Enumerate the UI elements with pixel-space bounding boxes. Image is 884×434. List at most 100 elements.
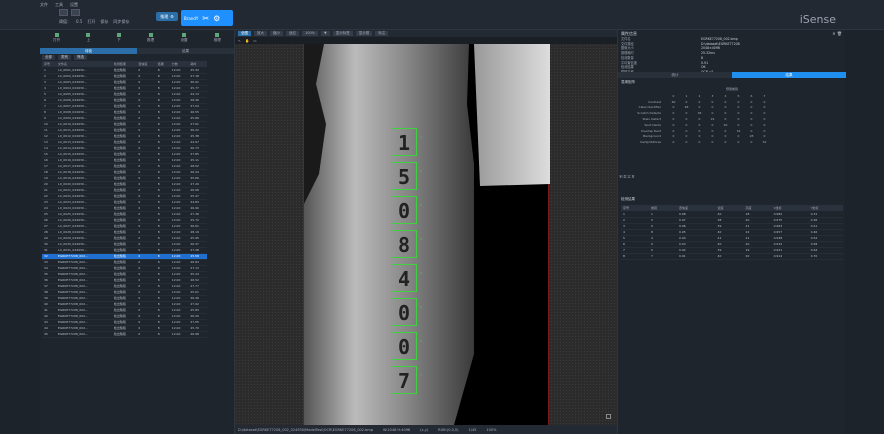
gear-icon: ⚙ [170,14,174,19]
viewer-tool[interactable]: 100% [302,31,319,36]
viewer-toolbar-secondary: ↖ ✋ ▭ [235,37,617,44]
up-icon [86,33,91,37]
file-panel: 打开 上 下 推理 设置 推理 待检 结果 全部 类别 筛选 序号 文件名 检测结果… [40,30,235,434]
status-item: D:\dataset\EGRKE77208_002_024930\ModelTe… [238,427,373,432]
viewer-tool[interactable]: 适应 [286,31,299,36]
brand-label: BrandY [184,15,199,21]
table-cell: 26.98 [188,331,207,338]
viewer-tool[interactable]: 显示标签 [332,31,353,36]
confusion-title: 混淆矩阵 [621,80,635,84]
confusion-section: 混淆矩阵 预测类别 0 1 2 3 4 5 6 7 Contrast 60 0 0 0 0 0 0 0 Class… [618,80,846,178]
viewer-tool[interactable]: 全图 [238,31,251,36]
threshold-value[interactable]: 0.5 [76,19,82,25]
tab-stats[interactable]: 统计 [618,72,732,78]
detection-tag: 0 [420,305,422,309]
table-row[interactable]: 8 7 0.91 40 20 0.914 0.70 [621,253,843,260]
property-list: 文件名 EGRKE77208_002.bmp 文件路径 D:\dataset\EGRK… [618,37,845,75]
image-canvas[interactable]: 1155008844000077 [235,44,617,425]
viewer-toolbar: 全图 放大 缩小 适应 100% ▼ 显示标签 显示框 标注 [235,30,617,37]
detection-box[interactable]: 88 [391,230,422,258]
viewer-tool[interactable]: 标注 [375,31,389,36]
matrix-cell: 0 [737,140,740,145]
confusion-matrix: 0 1 2 3 4 5 6 7 Contrast 60 0 0 0 0 0 0 0 Class Identifie… [621,93,771,145]
folder-icon [54,33,59,37]
brand-panel[interactable]: BrandY ✂ ⚙ [181,10,233,26]
detection-box[interactable]: 11 [391,128,422,156]
filter-class[interactable]: 类别 [58,55,71,60]
detection-glyph: 4 [398,267,411,291]
matrix-cell: 52 [762,140,767,145]
gear-icon [181,33,186,37]
rect-icon[interactable]: ▭ [253,39,256,43]
inspection-image: 1155008844000077 [303,44,550,425]
table-cell: 8 [155,331,170,338]
table-cell: 0.91 [677,253,716,260]
app-logo: iSense [799,13,836,26]
scissors-icon: ✂ [202,13,210,23]
table-cell: 45 [42,331,57,338]
matrix-row: Ins/Split/Pores 0 0 0 0 0 0 0 52 [621,139,771,145]
menu-bar: 文件 工具 设置 [40,2,78,8]
result-tabs: 统计 结果 [618,72,846,78]
menu-tools[interactable]: 工具 [55,2,63,8]
tab-result[interactable]: 结果 [137,48,234,54]
viewer-tool[interactable]: 显示框 [355,31,373,36]
start-button[interactable]: 推理 ⚙ [156,12,178,21]
property-panel: 属性信息 ✕ 🗑 文件名 EGRKE77208_002.bmp 文件路径 D:\dat… [617,30,846,434]
detection-tag: 0 [420,203,422,207]
matrix-cell: 0 [698,140,701,145]
table-cell: 7 [649,253,678,260]
tool-infer-all[interactable]: 推理 [214,33,221,48]
status-item: 1/45 [468,427,477,432]
detection-glyph: 5 [398,165,411,189]
menu-settings[interactable]: 设置 [70,2,78,8]
detection-glyph: 0 [398,335,411,359]
matrix-row-label: Ins/Split/Pores [639,140,661,145]
tool-up[interactable]: 上 [86,33,91,48]
expand-icon[interactable] [606,414,611,419]
detection-box[interactable]: 00 [391,298,422,326]
detection-box[interactable]: 44 [391,264,422,292]
viewer-tool[interactable]: 缩小 [270,31,283,36]
detection-box[interactable]: 77 [391,366,422,394]
table-cell: EGRKE77208_002... [56,331,112,338]
close-icon[interactable]: ✕ 🗑 [832,31,842,36]
tool-infer[interactable]: 推理 [147,33,154,48]
matrix-cell: 0 [724,140,727,145]
detection-box[interactable]: 00 [391,196,422,224]
tool-down[interactable]: 下 [116,33,121,48]
menu-file[interactable]: 文件 [40,2,48,8]
detection-box[interactable]: 00 [391,332,422,360]
status-item: RGB:(0,0,0) [438,427,459,432]
viewer-tool[interactable]: 放大 [254,31,267,36]
detection-tag: 7 [420,373,422,377]
filter-button[interactable]: 筛选 [74,55,87,60]
tab-results[interactable]: 结果 [732,72,846,78]
toolbar-row2: 阈值： 0.5 打开 保存 同步保存 [59,19,129,25]
tool-label: 推理 [213,38,221,42]
table-row[interactable]: 45 EGRKE77208_002... 检出缺陷 0 8 12.00 26.98 [42,331,207,338]
open-icon[interactable] [71,9,80,16]
detection-tag: 0 [420,339,422,343]
tab-pending[interactable]: 待检 [40,48,137,54]
table-cell: 12.00 [169,331,189,338]
pointer-icon[interactable]: ↖ [238,39,241,43]
tool-open[interactable]: 打开 [53,33,60,48]
tool-settings[interactable]: 设置 [180,33,187,48]
sync-save-button[interactable]: 同步保存 [113,19,129,25]
detection-table: 序号 类别 置信度 宽度 高度 X坐标 Y坐标 1 1 0.98 40 18 0.982 0.31 2 5 0… [621,205,843,260]
open-button[interactable]: 打开 [87,19,95,25]
table-cell: 8 [621,253,650,260]
filter-all[interactable]: 全部 [42,55,55,60]
viewer-tool[interactable]: ▼ [321,31,330,36]
hand-icon[interactable]: ✋ [245,39,249,43]
image-viewer: 全图 放大 缩小 适应 100% ▼ 显示标签 显示框 标注 ↖ ✋ ▭ 1 1… [235,30,617,434]
matrix-cell: 0 [685,140,688,145]
file-tools: 打开 上 下 推理 设置 推理 [40,30,234,48]
status-item: 100% [486,427,497,432]
new-icon[interactable] [59,9,68,16]
detection-glyph: 8 [398,233,411,257]
detection-section: 检测结果 序号 类别 置信度 宽度 高度 X坐标 Y坐标 1 1 0.98 40 18 0.982 0.… [618,197,846,260]
detection-box[interactable]: 55 [391,162,422,190]
save-button[interactable]: 保存 [100,19,108,25]
